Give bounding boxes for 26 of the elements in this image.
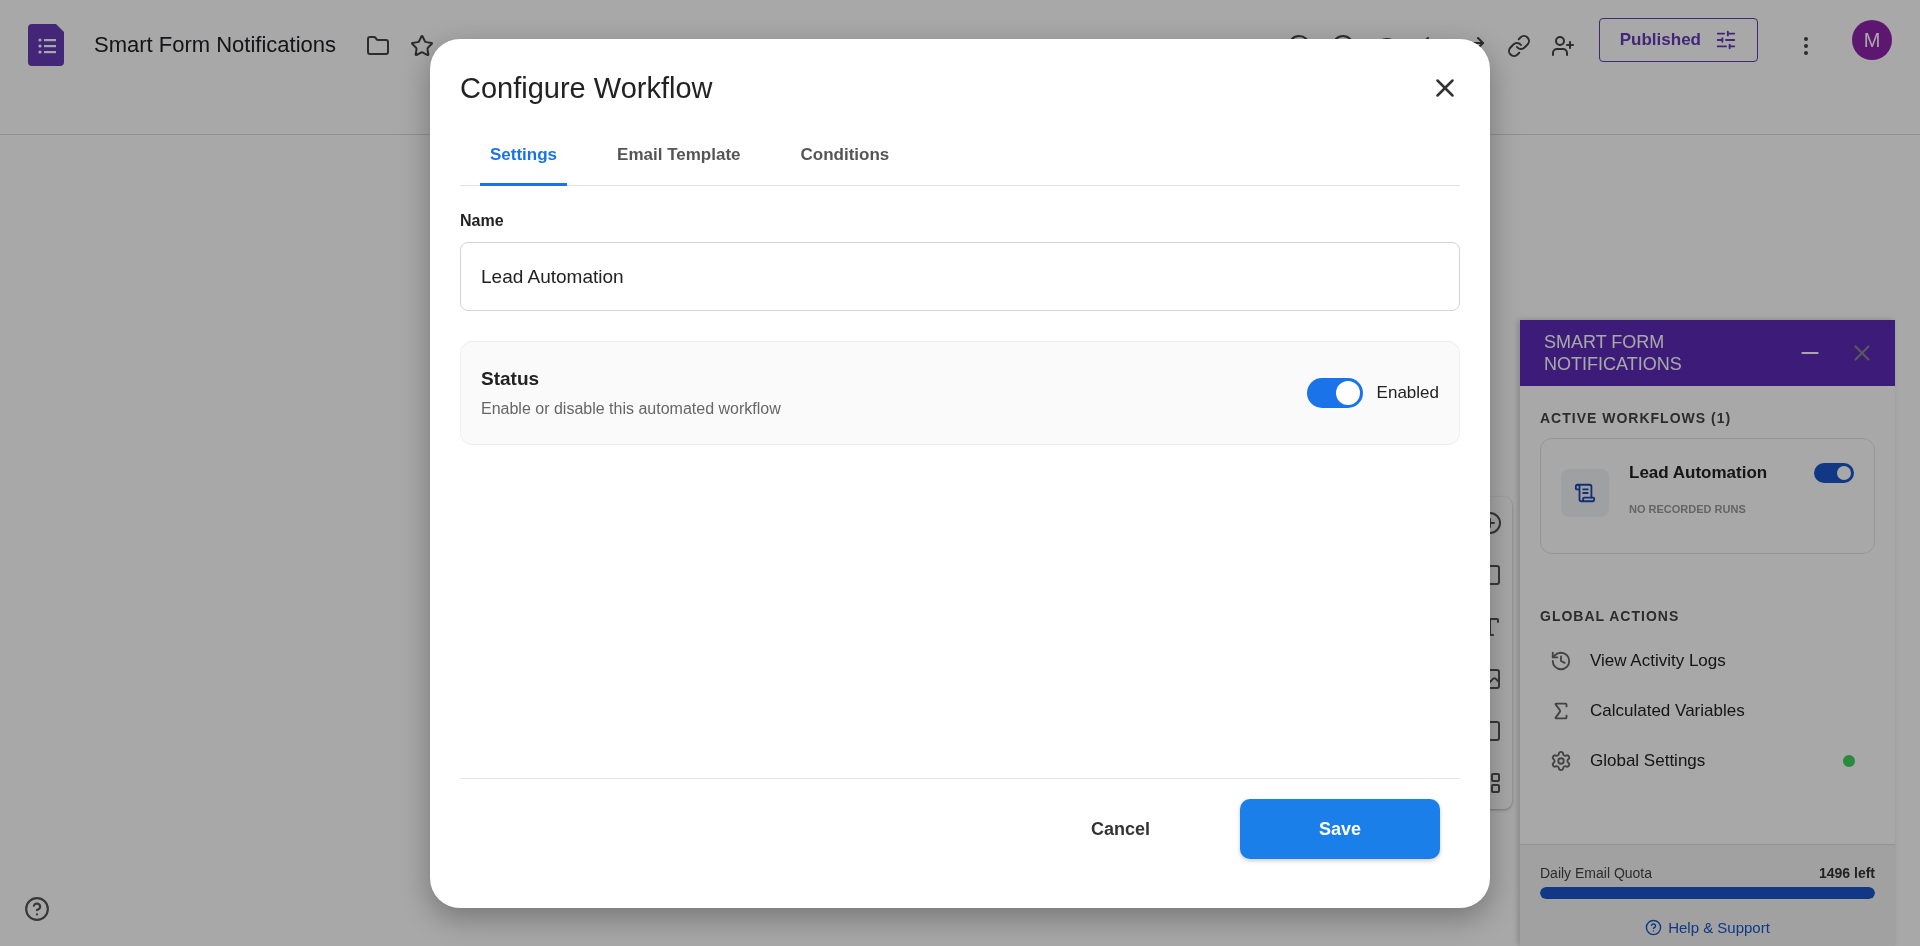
toggle-label: Enabled: [1376, 383, 1439, 403]
cancel-button[interactable]: Cancel: [1060, 799, 1180, 859]
document-title[interactable]: Smart Form Notifications: [94, 32, 337, 58]
action-item[interactable]: View Activity Logs: [1540, 636, 1875, 686]
field-label: Name: [460, 212, 505, 230]
workflow-runs: NO RECORDED RUNS: [1629, 503, 1747, 515]
workflow-name: Lead Automation: [1629, 463, 1769, 483]
help-link[interactable]: Help & Support: [1645, 919, 1770, 936]
tab[interactable]: Email Template: [607, 133, 751, 186]
quota-label: Daily Email Quota: [1540, 865, 1653, 881]
action-item[interactable]: Calculated Variables: [1540, 686, 1875, 736]
dialog-title: Configure Workflow: [460, 71, 713, 105]
name-field[interactable]: Lead Automation: [460, 242, 1460, 311]
section-title: GLOBAL ACTIONS: [1540, 608, 1681, 624]
section-title: ACTIVE WORKFLOWS (1): [1540, 410, 1733, 426]
save-button[interactable]: Save: [1240, 799, 1440, 859]
action-item[interactable]: Global Settings: [1540, 736, 1875, 786]
published-button[interactable]: Published: [1598, 18, 1758, 62]
quota-reading: 1496 left: [1818, 865, 1875, 881]
status-description: Enable or disable this automated workflow: [481, 400, 782, 418]
workflow-card[interactable]: Lead Automation NO RECORDED RUNS: [1540, 438, 1875, 554]
avatar[interactable]: M: [1852, 20, 1892, 60]
status-title: Status: [481, 368, 541, 390]
panel-title: SMART FORM NOTIFICATIONS: [1544, 331, 1683, 375]
tab[interactable]: Settings: [480, 133, 568, 186]
tab[interactable]: Conditions: [790, 133, 900, 186]
